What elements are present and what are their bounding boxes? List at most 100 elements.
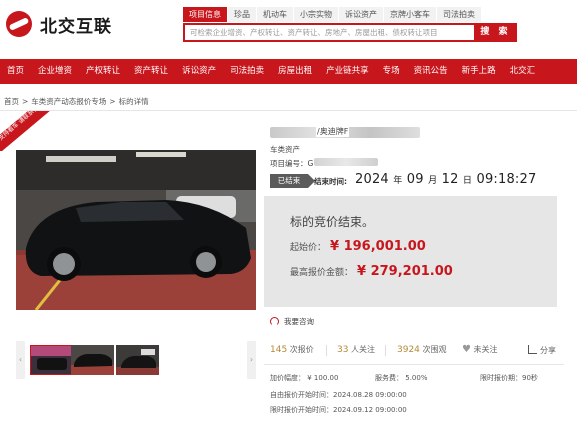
content-divider <box>0 110 577 111</box>
free-bid-start-label: 自由报价开始时间： <box>270 391 333 399</box>
top-price-row: 最高报价金额： ¥ 279,201.00 <box>290 264 453 279</box>
nav-item-capital-increase[interactable]: 企业增资 <box>31 59 79 84</box>
no-viewing-ribbon: 不支持看车 请联系客服 <box>0 111 52 151</box>
stats-bar: 145 次报价 33 人关注 3924 次围观 ♥ 未关注 分享 <box>270 344 560 358</box>
search-button[interactable]: 搜 索 <box>474 23 517 42</box>
top-price-value: ¥ 279,201.00 <box>357 264 453 279</box>
thumbnail-1[interactable] <box>30 345 73 375</box>
timed-bid-start-value: 2024.09.12 09:00:00 <box>333 406 407 414</box>
nav-item-special[interactable]: 专场 <box>376 59 407 84</box>
search-input[interactable]: 可检索企业增资、产权转让、资产转让、房地产、房屋出租、债权转让项目 <box>183 23 475 42</box>
bid-count-value: 145 <box>270 345 288 355</box>
fee-value: 5.00% <box>405 374 428 382</box>
nav-item-industry-chain[interactable]: 产业链共享 <box>319 59 376 84</box>
free-bid-start-value: 2024.08.28 09:00:00 <box>333 391 407 399</box>
end-time-label: 结束时间: <box>314 177 347 186</box>
unit-day: 日 <box>462 176 473 186</box>
end-month: 09 <box>406 172 424 187</box>
search-tab-vehicles[interactable]: 机动车 <box>257 7 293 22</box>
auction-result-panel: 标的竞价结束。 起始价： ¥ 196,001.00 最高报价金额： ¥ 279,20… <box>264 196 557 307</box>
unit-month: 月 <box>428 176 438 186</box>
status-badge: 已结束 <box>270 174 315 188</box>
nav-item-asset-transfer[interactable]: 资产转让 <box>127 59 175 84</box>
ribbon-text: 不支持看车 请联系客服 <box>0 111 52 151</box>
fee-label: 服务费： <box>375 374 403 382</box>
share-button[interactable]: 分享 <box>528 344 556 356</box>
nav-item-news[interactable]: 资讯公告 <box>407 59 455 84</box>
thumb-prev-icon[interactable]: ‹ <box>16 341 25 379</box>
thumbnail-1-image <box>31 346 72 374</box>
follow-button[interactable]: ♥ 未关注 <box>462 344 498 355</box>
thumbnail-strip: ‹ › <box>16 341 256 379</box>
end-day: 12 <box>441 172 459 187</box>
site-logo[interactable]: 北交互联 <box>6 10 112 38</box>
unit-year: 年 <box>393 176 403 186</box>
fee-info: 服务费： 5.00% <box>375 373 427 383</box>
breadcrumb-separator: > <box>22 97 29 106</box>
search-tabs: 项目信息 珍品 机动车 小宗实物 诉讼资产 京牌小客车 司法拍卖 <box>183 7 482 22</box>
top-price-label: 最高报价金额： <box>290 268 354 278</box>
timed-bid-start-info: 限时报价开始时间：2024.09.12 09:00:00 <box>270 405 407 415</box>
bid-period-info: 限时报价期：90秒 <box>480 373 538 383</box>
heart-icon: ♥ <box>462 344 471 355</box>
share-label: 分享 <box>540 346 556 355</box>
watcher-count-unit: 人关注 <box>351 345 375 354</box>
search-tab-small-goods[interactable]: 小宗实物 <box>294 7 338 22</box>
free-bid-start-info: 自由报价开始时间：2024.08.28 09:00:00 <box>270 390 407 400</box>
thumbnail-2-image <box>71 345 114 375</box>
breadcrumb-home[interactable]: 首页 <box>4 97 19 106</box>
listing-category: 车类资产 <box>270 145 300 154</box>
listing-title: /奥迪牌F <box>316 126 350 137</box>
breadcrumb: 首页 > 车类资产动态报价专场 > 标的详情 <box>4 96 149 107</box>
timed-bid-start-label: 限时报价开始时间： <box>270 406 333 414</box>
project-number-label: 项目编号：G <box>270 159 314 168</box>
increment-value: ¥ 100.00 <box>307 374 339 382</box>
watcher-count-value: 33 <box>337 345 349 355</box>
view-count-value: 3924 <box>397 345 420 355</box>
watcher-count: 33 人关注 <box>337 344 375 355</box>
search-tab-treasures[interactable]: 珍品 <box>228 7 256 22</box>
end-clock: 09:18:27 <box>476 172 537 187</box>
nav-item-beginner[interactable]: 新手上路 <box>455 59 503 84</box>
result-title: 标的竞价结束。 <box>290 215 375 229</box>
main-car-photo[interactable] <box>16 150 256 310</box>
search-tab-project-info[interactable]: 项目信息 <box>183 7 227 22</box>
view-count-unit: 次围观 <box>422 345 447 354</box>
breadcrumb-current: 标的详情 <box>118 97 149 106</box>
thumb-next-icon[interactable]: › <box>247 341 256 379</box>
start-price-label: 起始价： <box>290 243 327 253</box>
thumbnail-3[interactable] <box>116 345 159 375</box>
follow-label: 未关注 <box>473 345 498 354</box>
stats-divider <box>385 345 386 356</box>
increment-info: 加价幅度： ¥ 100.00 <box>270 373 338 383</box>
increment-label: 加价幅度： <box>270 374 305 382</box>
search-tab-litigation-assets[interactable]: 诉讼资产 <box>339 7 383 22</box>
consult-label: 我要咨询 <box>284 317 314 326</box>
nav-item-judicial-auction[interactable]: 司法拍卖 <box>223 59 271 84</box>
start-price-value: ¥ 196,001.00 <box>330 239 426 254</box>
stats-divider-line <box>264 364 564 365</box>
site-header: 北交互联 项目信息 珍品 机动车 小宗实物 诉讼资产 京牌小客车 司法拍卖 可检… <box>0 0 577 59</box>
car-photo-image <box>16 150 256 310</box>
nav-item-house-rental[interactable]: 房屋出租 <box>271 59 319 84</box>
nav-item-home[interactable]: 首页 <box>0 59 31 84</box>
nav-item-litigation-assets[interactable]: 诉讼资产 <box>175 59 223 84</box>
nav-item-equity-transfer[interactable]: 产权转让 <box>79 59 127 84</box>
breadcrumb-special[interactable]: 车类资产动态报价专场 <box>31 97 106 106</box>
stats-divider <box>326 345 327 356</box>
share-icon <box>528 345 537 354</box>
bid-period-label: 限时报价期： <box>480 374 522 382</box>
main-nav: 首页 企业增资 产权转让 资产转让 诉讼资产 司法拍卖 房屋出租 产业链共享 专… <box>0 59 577 84</box>
view-count: 3924 次围观 <box>397 344 446 355</box>
search-tab-beijing-plates[interactable]: 京牌小客车 <box>384 7 436 22</box>
consult-link[interactable]: 我要咨询 <box>270 316 314 327</box>
thumbnail-3-image <box>116 345 159 375</box>
bid-count-unit: 次报价 <box>289 345 314 354</box>
project-number-redacted <box>314 158 378 166</box>
thumbnail-2[interactable] <box>71 345 114 375</box>
bid-count: 145 次报价 <box>270 344 314 355</box>
headset-icon <box>270 317 279 326</box>
nav-item-beijiao-hui[interactable]: 北交汇 <box>503 59 543 84</box>
bid-period-value: 90秒 <box>522 374 538 382</box>
search-tab-judicial-auction[interactable]: 司法拍卖 <box>437 7 481 22</box>
